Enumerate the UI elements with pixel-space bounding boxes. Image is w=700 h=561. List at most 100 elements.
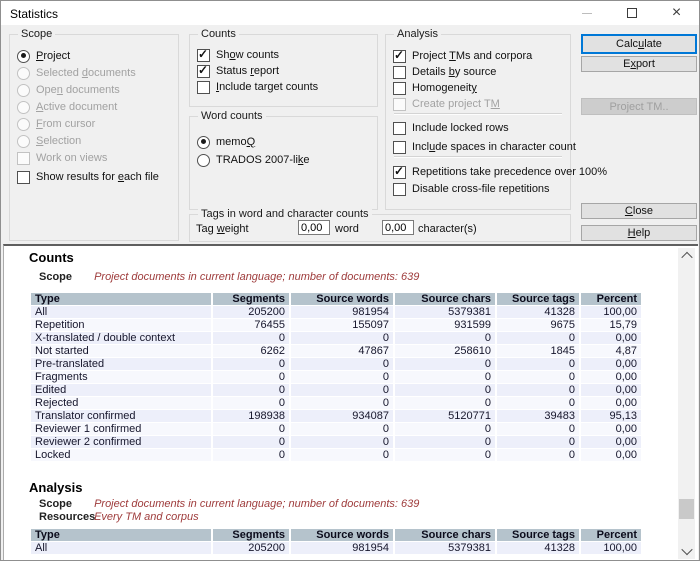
calculate-button[interactable]: Calculate <box>581 34 697 54</box>
cell-value: 0 <box>497 371 579 383</box>
checkbox-checked-icon <box>197 49 210 62</box>
table-row: Edited00000,00 <box>31 384 641 396</box>
checkbox-show-counts[interactable]: Show counts <box>197 48 279 62</box>
checkbox-details-by-source[interactable]: Details by source <box>393 65 496 79</box>
column-header-percent[interactable]: Percent <box>581 529 641 541</box>
cell-value: 0 <box>497 423 579 435</box>
checkbox-checked-icon <box>197 65 210 78</box>
scrollbar-down-button[interactable] <box>678 543 695 559</box>
cell-value: 15,79 <box>581 319 641 331</box>
tag-weight-label: Tag weight <box>196 223 249 235</box>
column-header-source-chars[interactable]: Source chars <box>395 293 495 305</box>
cell-type: Not started <box>31 345 211 357</box>
cell-value: 39483 <box>497 410 579 422</box>
checkbox-project-tms-and-corpora[interactable]: Project TMs and corpora <box>393 49 532 63</box>
cell-value: 0 <box>291 436 393 448</box>
close-button[interactable]: × <box>654 1 699 25</box>
cell-value: 9675 <box>497 319 579 331</box>
radio-memoq[interactable]: memoQ <box>197 135 255 149</box>
checkbox-status-report[interactable]: Status report <box>197 64 279 78</box>
column-header-source-words[interactable]: Source words <box>291 529 393 541</box>
export-button[interactable]: Export <box>581 56 697 72</box>
column-header-segments[interactable]: Segments <box>213 293 289 305</box>
radio-icon <box>17 101 30 114</box>
checkbox-icon <box>393 98 406 111</box>
help-button[interactable]: Help <box>581 225 697 241</box>
table-row: Reviewer 2 confirmed00000,00 <box>31 436 641 448</box>
cell-value: 76455 <box>213 319 289 331</box>
cell-value: 0 <box>497 449 579 461</box>
option-label: TRADOS 2007-like <box>216 154 310 166</box>
option-label: Include locked rows <box>412 122 509 134</box>
column-header-source-tags[interactable]: Source tags <box>497 293 579 305</box>
checkbox-include-target-counts[interactable]: Include target counts <box>197 80 318 94</box>
results-panel: Counts Scope Project documents in curren… <box>3 244 698 561</box>
resources-value: Every TM and corpus <box>94 511 199 523</box>
cell-value: 5120771 <box>395 410 495 422</box>
column-header-source-chars[interactable]: Source chars <box>395 529 495 541</box>
scrollbar-up-button[interactable] <box>678 248 695 264</box>
option-label: Disable cross-file repetitions <box>412 183 550 195</box>
column-header-percent[interactable]: Percent <box>581 293 641 305</box>
table-row: Rejected00000,00 <box>31 397 641 409</box>
close-dialog-button-label: Close <box>625 205 653 217</box>
maximize-button[interactable] <box>609 1 654 25</box>
cell-value: 0,00 <box>581 371 641 383</box>
analysis-heading: Analysis <box>29 480 82 495</box>
scrollbar-thumb[interactable] <box>679 499 694 519</box>
scope-group-label: Scope <box>18 28 55 40</box>
cell-value: 95,13 <box>581 410 641 422</box>
cell-value: 0 <box>395 423 495 435</box>
checkbox-create-project-tm: Create project TM <box>393 97 500 111</box>
table-row: Locked00000,00 <box>31 449 641 461</box>
tags-group: Tags in word and character counts Tag we… <box>189 214 571 242</box>
titlebar: Statistics × <box>1 1 699 25</box>
resources-label: Resources <box>39 511 91 523</box>
option-label: Project <box>36 50 70 62</box>
option-label: Include target counts <box>216 81 318 93</box>
analysis-group: Analysis Project TMs and corpora Details… <box>385 34 571 210</box>
project-tm-button-label: Project TM.. <box>609 101 668 113</box>
cell-value: 934087 <box>291 410 393 422</box>
tag-weight-word-input[interactable] <box>298 220 330 235</box>
maximize-icon <box>627 8 637 18</box>
column-header-source-words[interactable]: Source words <box>291 293 393 305</box>
scrollbar-track[interactable] <box>678 248 695 559</box>
radio-icon <box>17 135 30 148</box>
cell-value: 100,00 <box>581 542 641 554</box>
cell-value: 0 <box>497 397 579 409</box>
cell-value: 0 <box>395 358 495 370</box>
checkbox-icon <box>393 122 406 135</box>
cell-value: 258610 <box>395 345 495 357</box>
radio-trados-2007-like[interactable]: TRADOS 2007-like <box>197 153 310 167</box>
checkbox-include-spaces-in-character-count[interactable]: Include spaces in character count <box>393 140 576 154</box>
checkbox-icon <box>17 171 30 184</box>
statistics-dialog: Statistics × Scope Project Selected docu… <box>0 0 700 561</box>
checkbox-disable-cross-file-repetitions[interactable]: Disable cross-file repetitions <box>393 182 550 196</box>
radio-project[interactable]: Project <box>17 49 70 63</box>
checkbox-repetitions-take-precedence[interactable]: Repetitions take precedence over 100% <box>393 165 607 179</box>
close-icon: × <box>672 5 681 21</box>
cell-value: 0 <box>213 436 289 448</box>
column-header-type[interactable]: Type <box>31 293 211 305</box>
column-header-source-tags[interactable]: Source tags <box>497 529 579 541</box>
radio-checked-icon <box>197 136 210 149</box>
cell-value: 198938 <box>213 410 289 422</box>
word-counts-group-label: Word counts <box>198 110 266 122</box>
checkbox-homogeneity[interactable]: Homogeneity <box>393 81 477 95</box>
table-row: Reviewer 1 confirmed00000,00 <box>31 423 641 435</box>
table-row: All205200981954537938141328100,00 <box>31 306 641 318</box>
scope-value: Project documents in current language; n… <box>94 498 419 510</box>
cell-value: 47867 <box>291 345 393 357</box>
cell-value: 0 <box>291 332 393 344</box>
tag-weight-char-input[interactable] <box>382 220 414 235</box>
checkbox-show-results-for-each-file[interactable]: Show results for each file <box>17 170 159 184</box>
cell-value: 5379381 <box>395 542 495 554</box>
close-dialog-button[interactable]: Close <box>581 203 697 219</box>
cell-value: 0 <box>213 397 289 409</box>
checkbox-include-locked-rows[interactable]: Include locked rows <box>393 121 509 135</box>
column-header-type[interactable]: Type <box>31 529 211 541</box>
column-header-segments[interactable]: Segments <box>213 529 289 541</box>
radio-icon <box>17 118 30 131</box>
cell-value: 205200 <box>213 542 289 554</box>
